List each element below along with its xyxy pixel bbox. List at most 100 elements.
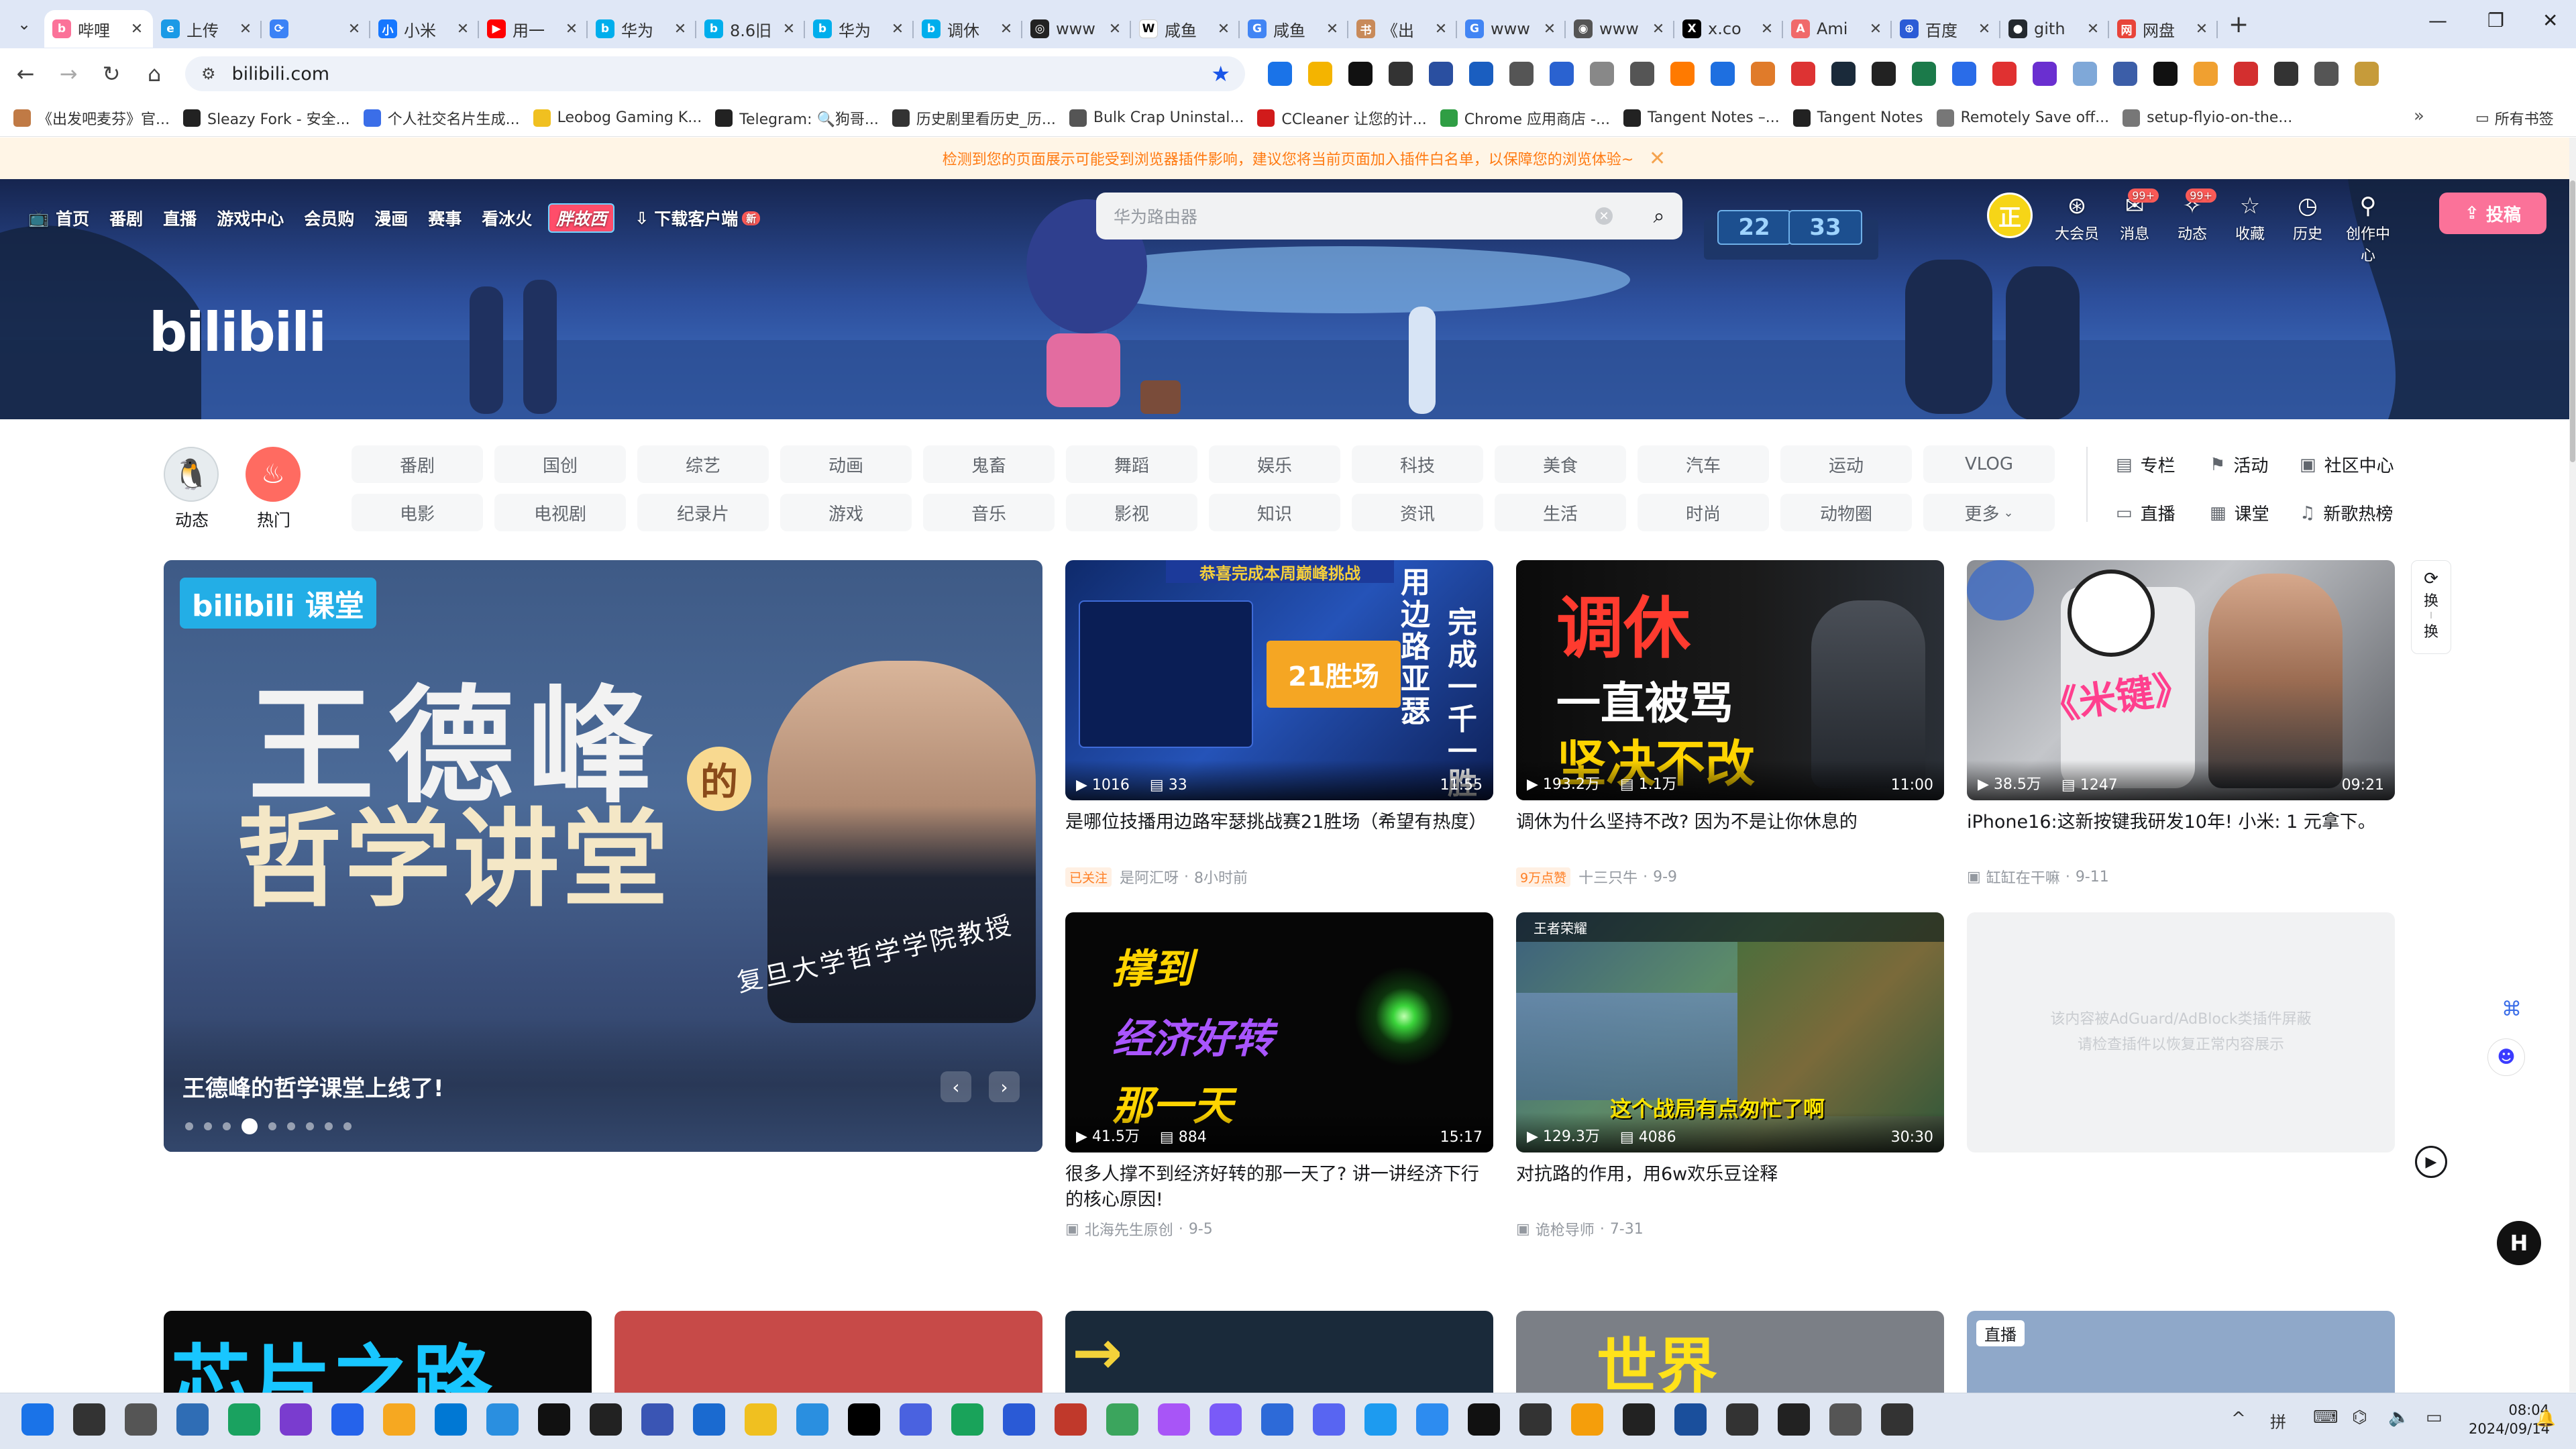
taskbar-app-icon[interactable] (125, 1403, 157, 1436)
taskbar-app-icon[interactable] (641, 1403, 674, 1436)
browser-tab[interactable]: ◉ www ✕ (1566, 10, 1674, 48)
side-link[interactable]: ▣ 社区中心 (2300, 452, 2394, 477)
extension-icon[interactable] (1429, 62, 1453, 86)
video-title[interactable]: 调休为什么坚持不改? 因为不是让你休息的 (1516, 810, 1944, 861)
video-title[interactable]: 对抗路的作用，用6w欢乐豆诠释 (1516, 1162, 1944, 1213)
bookmark-item[interactable]: 个人社交名片生成... (363, 107, 520, 129)
extension-icon[interactable] (1389, 62, 1413, 86)
bookmark-item[interactable]: Chrome 应用商店 -... (1440, 107, 1610, 129)
taskbar-app-icon[interactable] (1726, 1403, 1758, 1436)
channel-chip[interactable]: 生活 (1495, 494, 1626, 531)
taskbar-app-icon[interactable] (1210, 1403, 1242, 1436)
new-tab-button[interactable]: + (2229, 11, 2249, 38)
tab-close-icon[interactable]: ✕ (1542, 21, 1558, 38)
bookmark-item[interactable]: Tangent Notes –... (1623, 109, 1780, 127)
volume-icon[interactable]: 🔈 (2388, 1407, 2410, 1428)
taskbar-app-icon[interactable] (1674, 1403, 1707, 1436)
taskbar-app-icon[interactable] (1416, 1403, 1448, 1436)
taskbar-app-icon[interactable] (435, 1403, 467, 1436)
taskbar-app-icon[interactable] (796, 1403, 828, 1436)
user-avatar[interactable]: 正 (1987, 193, 2033, 238)
home-icon[interactable]: ⌂ (133, 61, 176, 87)
tab-close-icon[interactable]: ✕ (672, 21, 688, 38)
tab-close-icon[interactable]: ✕ (890, 21, 906, 38)
nav-item[interactable]: 直播 (163, 206, 197, 230)
side-link[interactable]: ▤ 专栏 (2116, 452, 2176, 477)
bookmark-star-icon[interactable]: ★ (1211, 61, 1230, 87)
extension-icon[interactable] (1711, 62, 1735, 86)
nav-item[interactable]: 赛事 (428, 206, 462, 230)
network-icon[interactable]: ⌬ (2352, 1407, 2367, 1428)
tab-close-icon[interactable]: ✕ (1759, 21, 1775, 38)
bookmark-item[interactable]: Bulk Crap Uninstal... (1069, 109, 1244, 127)
extension-icon[interactable] (2073, 62, 2097, 86)
side-link[interactable]: ♫ 新歌热榜 (2300, 500, 2393, 525)
channel-chip[interactable]: 资讯 (1352, 494, 1483, 531)
special-event-tag[interactable]: 胖故西 (548, 203, 615, 233)
browser-tab[interactable]: A Ami ✕ (1783, 10, 1892, 48)
taskbar-app-icon[interactable] (693, 1403, 725, 1436)
extension-icon[interactable] (1670, 62, 1695, 86)
channel-chip[interactable]: 电影 (352, 494, 483, 531)
assistant-bot-icon[interactable]: ☻ (2487, 1038, 2525, 1076)
extension-icon[interactable] (1348, 62, 1373, 86)
bookmark-item[interactable]: CCleaner 让您的计... (1257, 107, 1427, 129)
taskbar-app-icon[interactable] (280, 1403, 312, 1436)
video-card[interactable]: 恭喜完成本周巅峰挑战 21胜场 用边路亚瑟 完成一千一胜 ▶ 1016 ▤ 33… (1065, 560, 1493, 888)
forward-icon[interactable]: → (47, 61, 90, 87)
minimize-button[interactable]: — (2428, 9, 2447, 32)
extension-icon[interactable] (1992, 62, 2017, 86)
extension-icon[interactable] (2314, 62, 2339, 86)
keyboard-icon[interactable]: ⌨ (2313, 1407, 2339, 1428)
header-message-button[interactable]: ✉ 消息 99+ (2108, 189, 2161, 244)
nav-item[interactable]: 游戏中心 (217, 206, 284, 230)
taskbar-app-icon[interactable] (1829, 1403, 1862, 1436)
channel-chip[interactable]: 知识 (1209, 494, 1340, 531)
channel-chip[interactable]: 美食 (1495, 445, 1626, 483)
h-floating-icon[interactable]: H (2497, 1221, 2541, 1265)
site-info-icon[interactable]: ⚙ (201, 64, 216, 83)
extension-icon[interactable] (1550, 62, 1574, 86)
side-link[interactable]: ⚑ 活动 (2210, 452, 2268, 477)
carousel-dot[interactable] (185, 1122, 193, 1130)
tab-close-icon[interactable]: ✕ (1868, 21, 1884, 38)
extension-icon[interactable] (1630, 62, 1654, 86)
ime-icon[interactable]: 拼 (2270, 1409, 2286, 1432)
start-windows-icon[interactable] (21, 1403, 54, 1436)
hero-carousel[interactable]: bilibili 课堂 王德峰 的 哲学讲堂 复旦大学哲学学院教授 王德峰的哲学… (164, 560, 1042, 1152)
address-bar[interactable]: ⚙ bilibili.com ★ (185, 56, 1245, 91)
channel-chip[interactable]: 更多 ⌄ (1923, 494, 2055, 531)
browser-tab[interactable]: b 哔哩 ✕ (44, 10, 153, 48)
taskbar-app-icon[interactable] (1106, 1403, 1138, 1436)
search-box[interactable]: 华为路由器 ✕ ⌕ (1096, 193, 1682, 239)
taskbar-app-icon[interactable] (1003, 1403, 1035, 1436)
extension-icon[interactable] (1872, 62, 1896, 86)
video-author[interactable]: 诡枪导师 (1536, 1218, 1595, 1240)
carousel-dot[interactable] (343, 1122, 352, 1130)
browser-tab[interactable]: G 咸鱼 ✕ (1240, 10, 1348, 48)
notification-bell-icon[interactable]: 🔔 (2536, 1409, 2556, 1428)
extension-icon[interactable] (2355, 62, 2379, 86)
taskbar-app-icon[interactable] (1158, 1403, 1190, 1436)
nav-item[interactable]: 番剧 (109, 206, 143, 230)
taskbar-app-icon[interactable] (1468, 1403, 1500, 1436)
taskbar-app-icon[interactable] (848, 1403, 880, 1436)
tab-close-icon[interactable]: ✕ (1976, 21, 1992, 38)
bookmark-item[interactable]: Leobog Gaming K... (533, 109, 702, 127)
channel-chip[interactable]: 纪录片 (637, 494, 769, 531)
video-card[interactable]: 撑到 经济好转 那一天 ▶ 41.5万 ▤ 884 15:17 很多人撑不到经济… (1065, 912, 1493, 1240)
channel-chip[interactable]: 番剧 (352, 445, 483, 483)
bookmark-item[interactable]: Tangent Notes (1792, 109, 1923, 127)
taskbar-app-icon[interactable] (745, 1403, 777, 1436)
video-card[interactable]: 《米键》 ▶ 38.5万 ▤ 1247 09:21 iPhone16:这新按键我… (1967, 560, 2395, 888)
extension-icon[interactable] (2234, 62, 2258, 86)
dynamic-avatar[interactable]: 🐧 (164, 447, 219, 502)
tab-close-icon[interactable]: ✕ (1216, 21, 1232, 38)
video-card[interactable]: 王者荣耀 这个战局有点匆忙了啊 ▶ 129.3万 ▤ 4086 30:30 对抗… (1516, 912, 1944, 1240)
browser-tab[interactable]: b 8.6旧 ✕ (696, 10, 805, 48)
bookmark-item[interactable]: Sleazy Fork - 安全... (182, 107, 350, 129)
replay-icon[interactable]: ▶ (2415, 1146, 2447, 1178)
battery-icon[interactable]: ▭ (2426, 1407, 2443, 1428)
taskbar-app-icon[interactable] (1623, 1403, 1655, 1436)
taskbar-app-icon[interactable] (1571, 1403, 1603, 1436)
